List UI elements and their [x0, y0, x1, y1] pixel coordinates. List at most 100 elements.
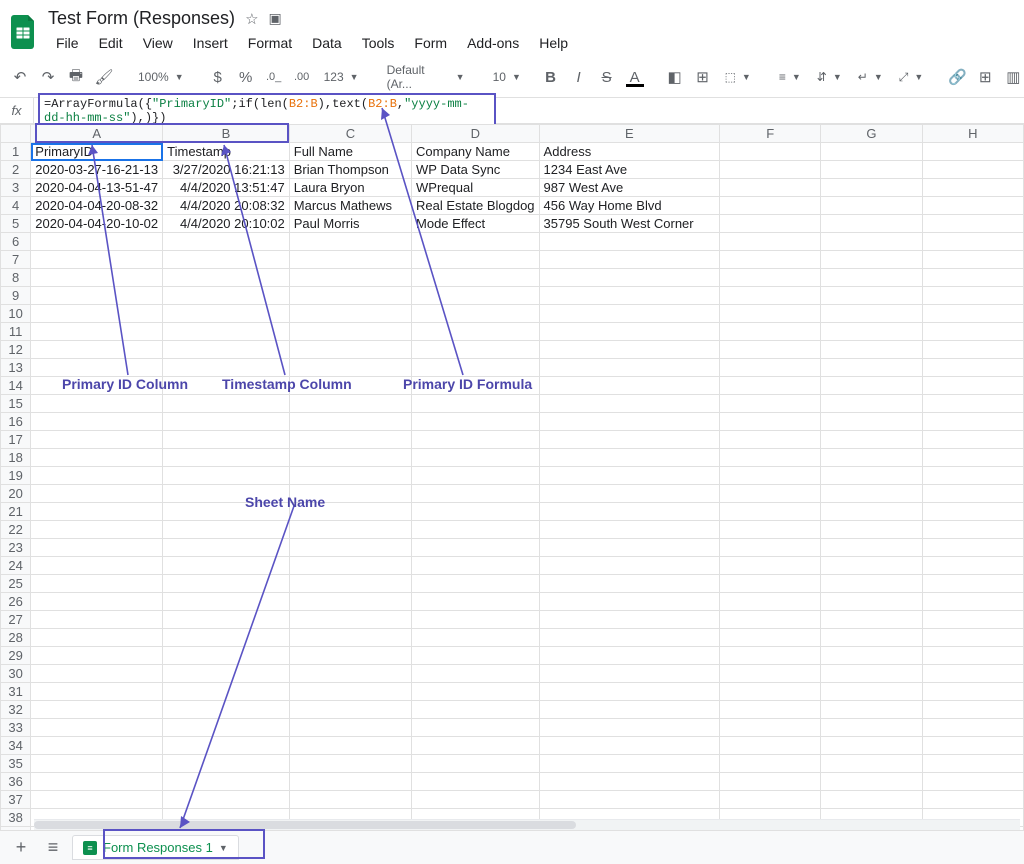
cell[interactable]	[289, 665, 411, 683]
cell[interactable]	[31, 431, 163, 449]
cell[interactable]	[412, 755, 540, 773]
cell[interactable]	[922, 539, 1023, 557]
cell[interactable]	[539, 521, 720, 539]
italic-icon[interactable]: I	[567, 65, 591, 89]
cell[interactable]	[720, 791, 821, 809]
cell[interactable]	[720, 521, 821, 539]
cell[interactable]	[821, 395, 922, 413]
row-header[interactable]: 36	[1, 773, 31, 791]
cell[interactable]	[412, 251, 540, 269]
cell[interactable]: 4/4/2020 20:10:02	[163, 215, 290, 233]
cell[interactable]	[821, 503, 922, 521]
format-currency-icon[interactable]: $	[206, 65, 230, 89]
cell[interactable]	[412, 233, 540, 251]
menu-insert[interactable]: Insert	[185, 33, 236, 53]
row-header[interactable]: 27	[1, 611, 31, 629]
row-header[interactable]: 11	[1, 323, 31, 341]
row-header[interactable]: 32	[1, 701, 31, 719]
cell[interactable]	[163, 431, 290, 449]
cell[interactable]	[163, 701, 290, 719]
cell[interactable]	[922, 665, 1023, 683]
cell[interactable]	[922, 161, 1023, 179]
cell[interactable]	[922, 611, 1023, 629]
cell[interactable]: 4/4/2020 20:08:32	[163, 197, 290, 215]
menu-format[interactable]: Format	[240, 33, 300, 53]
cell[interactable]	[31, 593, 163, 611]
cell[interactable]: 456 Way Home Blvd	[539, 197, 720, 215]
row-header[interactable]: 1	[1, 143, 31, 161]
borders-icon[interactable]: ⊞	[691, 65, 715, 89]
cell[interactable]	[412, 629, 540, 647]
cell[interactable]	[539, 323, 720, 341]
cell[interactable]	[720, 215, 821, 233]
row-header[interactable]: 7	[1, 251, 31, 269]
cell[interactable]	[289, 557, 411, 575]
cell[interactable]	[539, 539, 720, 557]
cell[interactable]	[163, 773, 290, 791]
insert-chart-icon[interactable]: ▥	[1001, 65, 1024, 89]
cell[interactable]	[412, 665, 540, 683]
cell[interactable]	[539, 251, 720, 269]
cell[interactable]	[720, 773, 821, 791]
decrease-decimal-icon[interactable]: .0_	[262, 65, 286, 89]
cell[interactable]	[821, 161, 922, 179]
cell[interactable]	[412, 467, 540, 485]
row-header[interactable]: 29	[1, 647, 31, 665]
cell[interactable]	[821, 449, 922, 467]
cell[interactable]	[289, 755, 411, 773]
cell[interactable]	[289, 629, 411, 647]
row-header[interactable]: 5	[1, 215, 31, 233]
cell[interactable]	[539, 593, 720, 611]
row-header[interactable]: 3	[1, 179, 31, 197]
zoom-select[interactable]: 100%▼	[132, 68, 190, 86]
cell[interactable]	[539, 341, 720, 359]
cell[interactable]	[412, 719, 540, 737]
cell[interactable]	[412, 593, 540, 611]
cell[interactable]	[720, 719, 821, 737]
cell[interactable]	[821, 683, 922, 701]
cell[interactable]	[289, 593, 411, 611]
text-color-icon[interactable]: A	[623, 65, 647, 89]
cell[interactable]	[412, 341, 540, 359]
number-format-select[interactable]: 123▼	[318, 68, 365, 86]
cell[interactable]	[412, 305, 540, 323]
cell[interactable]	[539, 485, 720, 503]
cell[interactable]	[289, 539, 411, 557]
cell[interactable]	[163, 233, 290, 251]
cell[interactable]	[821, 287, 922, 305]
cell[interactable]	[539, 431, 720, 449]
cell[interactable]	[31, 665, 163, 683]
cell[interactable]	[31, 395, 163, 413]
cell[interactable]	[289, 431, 411, 449]
cell[interactable]	[922, 773, 1023, 791]
cell[interactable]	[720, 341, 821, 359]
cell[interactable]	[31, 773, 163, 791]
cell[interactable]	[163, 683, 290, 701]
cell[interactable]	[289, 701, 411, 719]
cell[interactable]	[821, 755, 922, 773]
cell[interactable]	[31, 611, 163, 629]
cell[interactable]	[720, 179, 821, 197]
cell[interactable]	[720, 611, 821, 629]
cell[interactable]	[821, 629, 922, 647]
row-header[interactable]: 8	[1, 269, 31, 287]
menu-help[interactable]: Help	[531, 33, 576, 53]
cell[interactable]	[31, 449, 163, 467]
cell[interactable]	[163, 611, 290, 629]
cell[interactable]: 3/27/2020 16:21:13	[163, 161, 290, 179]
cell[interactable]	[539, 413, 720, 431]
cell[interactable]	[720, 305, 821, 323]
cell[interactable]	[289, 395, 411, 413]
cell[interactable]	[720, 737, 821, 755]
cell[interactable]	[31, 629, 163, 647]
cell[interactable]	[289, 683, 411, 701]
cell[interactable]	[922, 287, 1023, 305]
row-header[interactable]: 35	[1, 755, 31, 773]
format-percent-icon[interactable]: %	[234, 65, 258, 89]
cell[interactable]	[163, 539, 290, 557]
row-header[interactable]: 6	[1, 233, 31, 251]
cell[interactable]	[821, 665, 922, 683]
cell[interactable]	[922, 179, 1023, 197]
row-header[interactable]: 34	[1, 737, 31, 755]
row-header[interactable]: 30	[1, 665, 31, 683]
